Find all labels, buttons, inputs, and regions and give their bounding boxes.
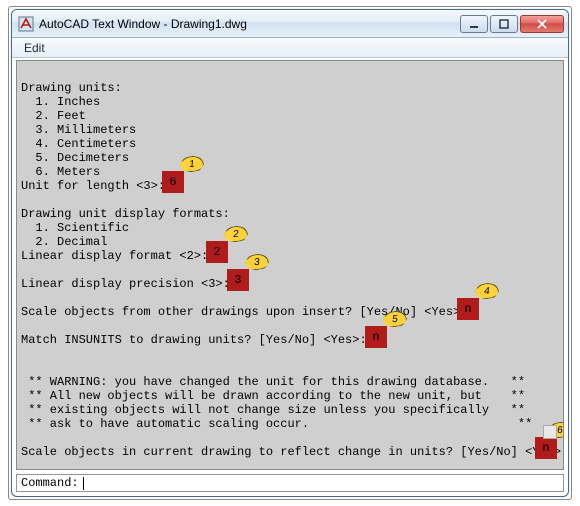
outer-border: AutoCAD Text Window - Drawing1.dwg Edit … bbox=[8, 6, 572, 500]
close-button[interactable] bbox=[520, 15, 564, 33]
window-buttons bbox=[460, 15, 564, 33]
minimize-button[interactable] bbox=[460, 15, 488, 33]
answer-1: 6 bbox=[169, 175, 176, 189]
answer-2-box: 2 bbox=[206, 241, 228, 263]
menu-edit[interactable]: Edit bbox=[18, 39, 51, 57]
answer-6: n bbox=[542, 441, 549, 455]
titlebar: AutoCAD Text Window - Drawing1.dwg bbox=[12, 10, 568, 38]
scroll-corner[interactable] bbox=[543, 425, 557, 439]
terminal-output: Drawing units: 1. Inches 2. Feet 3. Mill… bbox=[21, 67, 559, 459]
answer-6-box: n bbox=[535, 437, 557, 459]
answer-2: 2 bbox=[213, 245, 220, 259]
autocad-icon bbox=[18, 16, 34, 32]
command-label: Command: bbox=[21, 476, 79, 490]
answer-1-box: 6 bbox=[162, 171, 184, 193]
terminal-area: Drawing units: 1. Inches 2. Feet 3. Mill… bbox=[16, 60, 564, 470]
menubar: Edit bbox=[12, 38, 568, 58]
answer-3: 3 bbox=[234, 273, 241, 287]
command-input-row[interactable]: Command: bbox=[16, 474, 564, 492]
answer-4-box: n bbox=[457, 298, 479, 320]
text-cursor bbox=[83, 477, 84, 490]
answer-4: n bbox=[464, 302, 471, 316]
answer-5: n bbox=[372, 330, 379, 344]
text-window: AutoCAD Text Window - Drawing1.dwg Edit … bbox=[11, 9, 569, 497]
answer-3-box: 3 bbox=[227, 269, 249, 291]
window-title: AutoCAD Text Window - Drawing1.dwg bbox=[39, 17, 460, 31]
answer-5-box: n bbox=[365, 326, 387, 348]
maximize-button[interactable] bbox=[490, 15, 518, 33]
